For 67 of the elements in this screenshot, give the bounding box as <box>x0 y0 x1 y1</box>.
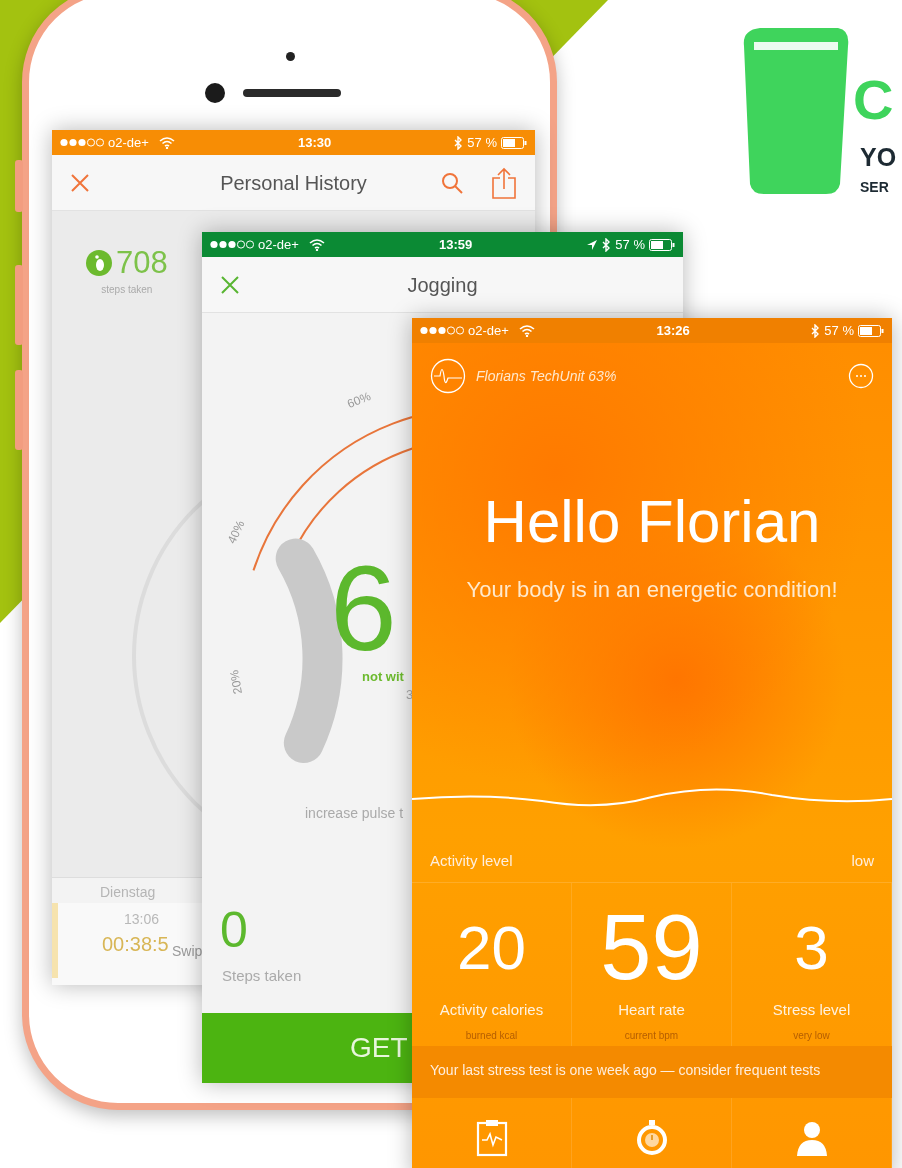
clock-time: 13:26 <box>656 321 690 340</box>
stat-caption: burned kcal <box>465 1028 518 1043</box>
stat-value: 3 <box>794 917 829 979</box>
stat-label: Stress level <box>772 1000 851 1020</box>
device-label: Florians TechUnit 63% <box>476 366 617 386</box>
clock-time: 13:59 <box>438 235 473 254</box>
entry-time: 13:06 <box>124 910 160 929</box>
gauge-tick-label: 20% <box>226 668 246 696</box>
activity-value: low <box>851 851 874 872</box>
battery-icon <box>858 324 884 337</box>
steps-label: steps taken <box>101 283 153 297</box>
logo-letter: C <box>853 72 894 128</box>
more-icon[interactable] <box>848 363 874 389</box>
stress-test-banner: Your last stress test is one week ago — consider frequent tests <box>412 1046 892 1098</box>
bluetooth-icon <box>811 323 821 338</box>
search-icon[interactable] <box>441 171 463 194</box>
footprint-icon <box>86 249 112 276</box>
condition-text: Your body is in an energetic condition! <box>466 576 838 604</box>
step-count: 708 <box>116 247 168 278</box>
swipe-hint: Swip <box>172 942 203 961</box>
battery-icon <box>501 136 527 149</box>
pulse-status: not wit <box>362 668 404 686</box>
wifi-icon <box>158 136 175 149</box>
stopwatch-icon[interactable] <box>634 1118 669 1158</box>
report-icon[interactable] <box>474 1118 509 1158</box>
clock-time: 13:30 <box>297 133 332 152</box>
gauge-tick-label: 60% <box>344 388 374 413</box>
carrier-label: o2-de+ <box>468 321 509 340</box>
screen-title: Personal History <box>220 171 367 194</box>
entry-duration: 00:38:5 <box>102 932 169 957</box>
step-count: 0 <box>220 905 248 955</box>
stat-value: 20 <box>457 917 526 979</box>
greeting-heading: Hello Florian <box>483 489 821 555</box>
steps-label: Steps taken <box>222 966 302 986</box>
stat-caption: current bpm <box>624 1028 679 1043</box>
stat-label: Activity calories <box>439 1000 544 1020</box>
instruction-text: increase pulse t <box>305 804 404 823</box>
battery-percent: 57 % <box>467 133 497 152</box>
activity-label: Activity level <box>430 851 513 872</box>
sensor-dot <box>286 52 295 61</box>
close-icon[interactable] <box>220 274 240 295</box>
bluetooth-icon <box>602 237 612 252</box>
carrier-label: o2-de+ <box>258 235 299 254</box>
logo-text: SER <box>860 180 889 194</box>
stat-label: Heart rate <box>618 1000 685 1020</box>
day-label: Dienstag <box>100 883 156 902</box>
signal-icon <box>60 138 104 147</box>
carrier-label: o2-de+ <box>108 133 149 152</box>
close-icon[interactable] <box>70 172 90 193</box>
stat-caption: very low <box>793 1028 830 1043</box>
battery-percent: 57 % <box>824 321 854 340</box>
location-arrow-icon <box>586 238 599 251</box>
wifi-icon <box>518 324 535 337</box>
share-icon[interactable] <box>491 166 517 199</box>
signal-icon <box>210 240 254 249</box>
wifi-icon <box>308 238 325 251</box>
battery-percent: 57 % <box>615 235 645 254</box>
gauge-tick-label: 40% <box>223 517 249 547</box>
bluetooth-icon <box>454 135 464 150</box>
stat-value: 59 <box>600 901 703 993</box>
signal-icon <box>420 326 464 335</box>
start-button[interactable]: GET <box>202 1013 412 1083</box>
battery-icon <box>649 238 675 251</box>
logo-text: YO <box>860 145 897 170</box>
pulse-digit: 6 <box>330 548 397 668</box>
screen-title: Jogging <box>407 273 478 296</box>
pulse-circle-icon <box>430 358 466 394</box>
